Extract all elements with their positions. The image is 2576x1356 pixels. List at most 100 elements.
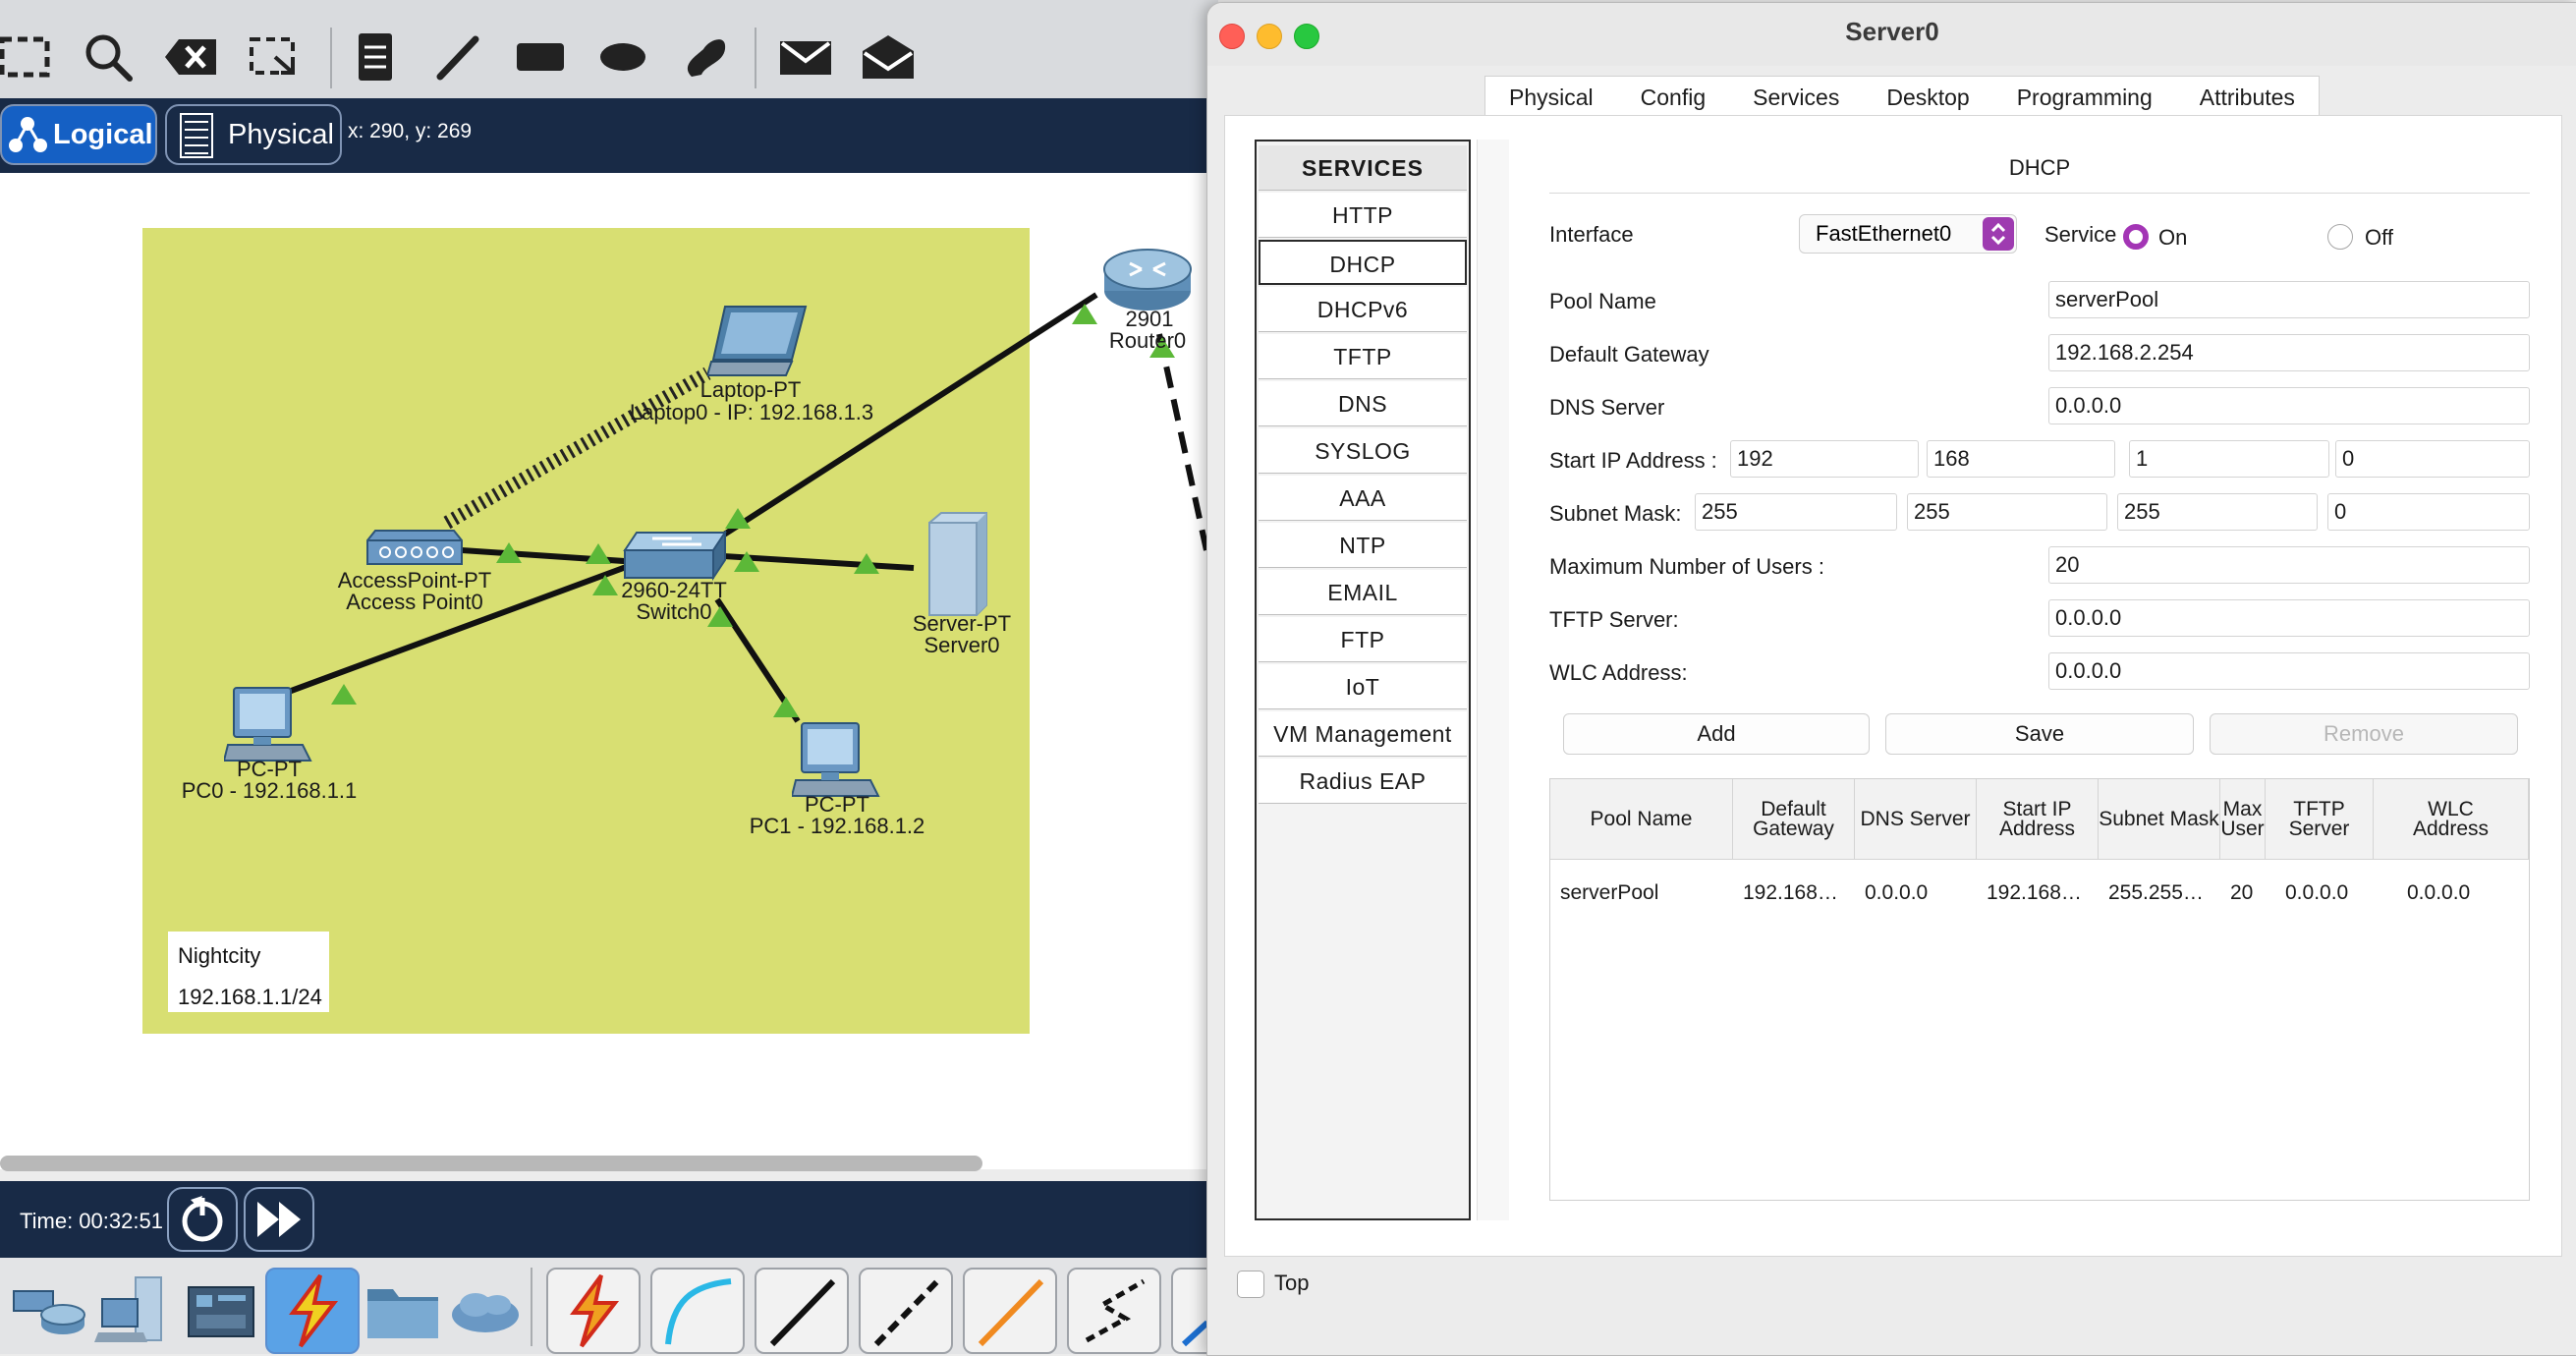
- dns-server-label: DNS Server: [1549, 395, 1665, 420]
- max-users-field[interactable]: 20: [2048, 546, 2530, 584]
- service-item-tftp[interactable]: TFTP: [1259, 334, 1467, 379]
- column-header-subnet-mask[interactable]: Subnet Mask: [2099, 779, 2220, 860]
- dialog-tabs: Physical Config Services Desktop Program…: [1484, 76, 2320, 124]
- power-cycle-button[interactable]: [167, 1187, 238, 1252]
- multiuser-folder-icon[interactable]: [356, 1268, 450, 1354]
- tab-services[interactable]: Services: [1729, 77, 1864, 124]
- service-item-dns[interactable]: DNS: [1259, 381, 1467, 426]
- column-header-pool-name[interactable]: Pool Name: [1550, 779, 1733, 860]
- service-on-radio[interactable]: [2123, 224, 2149, 250]
- service-item-email[interactable]: EMAIL: [1259, 570, 1467, 615]
- subnet-mask-octet-3[interactable]: 255: [2117, 493, 2318, 531]
- tab-config[interactable]: Config: [1617, 77, 1729, 118]
- link-ap-switch[interactable]: [461, 547, 640, 565]
- link-router-wan[interactable]: [1156, 333, 1209, 551]
- access-point-name-label: Access Point0: [346, 590, 483, 614]
- tab-desktop[interactable]: Desktop: [1863, 77, 1992, 118]
- fast-forward-button[interactable]: [244, 1187, 314, 1252]
- access-point-icon[interactable]: [365, 527, 464, 570]
- service-off-label: Off: [2365, 225, 2393, 250]
- pool-name-field[interactable]: serverPool: [2048, 281, 2530, 318]
- service-item-ntp[interactable]: NTP: [1259, 523, 1467, 568]
- service-on-label: On: [2158, 225, 2188, 250]
- tab-programming[interactable]: Programming: [1993, 77, 2176, 118]
- interface-select[interactable]: FastEthernet0: [1799, 214, 2017, 254]
- column-header-start-ip[interactable]: Start IP Address: [1977, 779, 2099, 860]
- add-pool-button[interactable]: Add: [1563, 713, 1870, 755]
- simulation-time-bar: Time: 00:32:51: [0, 1181, 1218, 1258]
- column-header-max-user[interactable]: Max User: [2220, 779, 2266, 860]
- services-list-scrollbar[interactable]: [1477, 140, 1509, 1220]
- interface-value: FastEthernet0: [1816, 221, 1952, 246]
- router-icon[interactable]: [1102, 246, 1193, 312]
- fiber-cable-icon[interactable]: [963, 1268, 1057, 1354]
- components-icon[interactable]: [175, 1268, 269, 1354]
- always-on-top-checkbox[interactable]: [1237, 1271, 1264, 1298]
- dialog-title: Server0: [1845, 17, 1939, 46]
- tftp-server-field[interactable]: 0.0.0.0: [2048, 599, 2530, 637]
- link-up-indicator: [586, 543, 611, 564]
- column-header-tftp-server[interactable]: TFTP Server: [2266, 779, 2374, 860]
- dialog-titlebar[interactable]: Server0: [1207, 3, 2576, 66]
- service-item-vm-management[interactable]: VM Management: [1259, 711, 1467, 757]
- phone-cable-icon[interactable]: [1067, 1268, 1161, 1354]
- dns-server-field[interactable]: 0.0.0.0: [2048, 387, 2530, 424]
- default-gateway-field[interactable]: 192.168.2.254: [2048, 334, 2530, 371]
- services-list-header: SERVICES: [1259, 145, 1467, 191]
- service-item-iot[interactable]: IoT: [1259, 664, 1467, 709]
- pc1-icon[interactable]: [792, 721, 882, 800]
- services-list: SERVICES HTTP DHCP DHCPv6 TFTP DNS SYSLO…: [1255, 140, 1471, 1220]
- end-devices-icon[interactable]: [84, 1268, 179, 1354]
- wireless-link-laptop: [443, 367, 711, 530]
- service-item-radius-eap[interactable]: Radius EAP: [1259, 759, 1467, 804]
- subnet-mask-octet-1[interactable]: 255: [1695, 493, 1897, 531]
- save-pool-button[interactable]: Save: [1885, 713, 2194, 755]
- console-cable-icon[interactable]: [650, 1268, 745, 1354]
- laptop-name-label: Laptop0 - IP: 192.168.1.3: [629, 400, 874, 424]
- subnet-mask-octet-2[interactable]: 255: [1907, 493, 2107, 531]
- service-off-radio[interactable]: [2327, 224, 2353, 250]
- tab-physical[interactable]: Physical: [1485, 77, 1617, 118]
- server-type-label: Server-PT: [912, 611, 1012, 636]
- remove-pool-button[interactable]: Remove: [2210, 713, 2518, 755]
- cell-pool-name: serverPool: [1560, 881, 1659, 904]
- cloud-icon[interactable]: [438, 1268, 532, 1354]
- service-item-syslog[interactable]: SYSLOG: [1259, 428, 1467, 474]
- server-icon[interactable]: [924, 511, 992, 619]
- interface-label: Interface: [1549, 222, 1634, 247]
- service-item-ftp[interactable]: FTP: [1259, 617, 1467, 662]
- access-point-type-label: AccessPoint-PT: [337, 568, 492, 593]
- pc0-name-label: PC0 - 192.168.1.1: [181, 778, 358, 803]
- pc0-icon[interactable]: [224, 686, 314, 764]
- column-header-default-gateway[interactable]: Default Gateway: [1733, 779, 1855, 860]
- subnet-mask-octet-4[interactable]: 0: [2327, 493, 2530, 531]
- crossover-cable-icon[interactable]: [859, 1268, 953, 1354]
- start-ip-octet-4[interactable]: 0: [2335, 440, 2530, 478]
- tab-attributes[interactable]: Attributes: [2176, 77, 2319, 118]
- column-header-dns-server[interactable]: DNS Server: [1855, 779, 1977, 860]
- service-item-dhcpv6[interactable]: DHCPv6: [1259, 287, 1467, 332]
- wlc-address-field[interactable]: 0.0.0.0: [2048, 652, 2530, 690]
- laptop-icon[interactable]: [707, 303, 815, 379]
- workspace-horizontal-scrollbar[interactable]: [0, 1156, 982, 1171]
- start-ip-octet-1[interactable]: 192: [1730, 440, 1919, 478]
- auto-connection-icon[interactable]: [546, 1268, 641, 1354]
- server-name-label: Server0: [924, 633, 1000, 657]
- topology-note[interactable]: Nightcity 192.168.1.1/24: [168, 932, 329, 1012]
- connections-category-icon[interactable]: [265, 1268, 360, 1354]
- cell-wlc-address: 0.0.0.0: [2407, 881, 2471, 904]
- start-ip-label: Start IP Address :: [1549, 448, 1717, 473]
- service-item-http[interactable]: HTTP: [1259, 193, 1467, 238]
- start-ip-octet-2[interactable]: 168: [1927, 440, 2115, 478]
- device-palette: [0, 1258, 1218, 1354]
- service-item-dhcp[interactable]: DHCP: [1259, 240, 1467, 285]
- pc1-type-label: PC-PT: [805, 792, 869, 817]
- column-header-wlc-address[interactable]: WLC Address: [2374, 779, 2529, 860]
- cell-default-gateway: 192.168…: [1743, 881, 1838, 904]
- start-ip-octet-3[interactable]: 1: [2129, 440, 2329, 478]
- straight-through-cable-icon[interactable]: [755, 1268, 849, 1354]
- network-devices-icon[interactable]: [0, 1268, 94, 1354]
- chevron-updown-icon: [1983, 217, 2014, 251]
- service-item-aaa[interactable]: AAA: [1259, 476, 1467, 521]
- wlc-address-label: WLC Address:: [1549, 660, 1688, 685]
